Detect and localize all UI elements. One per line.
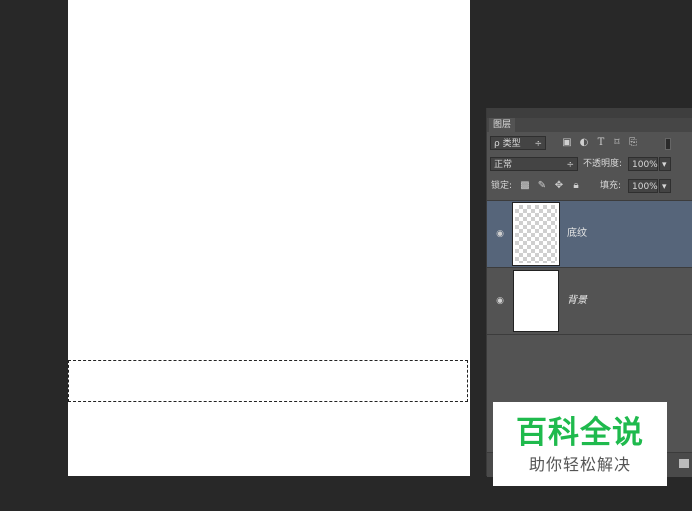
lock-position-icon[interactable]: ✥	[553, 179, 565, 193]
filter-kind-label: ρ 类型	[494, 139, 521, 149]
eye-icon[interactable]: ◉	[495, 296, 505, 306]
lock-all-icon[interactable]: 🔒︎	[570, 179, 582, 193]
filter-shape-icon[interactable]: ⌑	[611, 136, 623, 150]
layer-divider	[487, 334, 692, 335]
layer-thumbnail	[513, 270, 559, 332]
layer-name: 背景	[567, 295, 587, 306]
layer-name: 底纹	[567, 228, 587, 239]
opacity-dropdown-button[interactable]: ▾	[659, 157, 671, 171]
filter-row: ρ 类型 ÷ ▣ ◐ T ⌑ ⎘	[487, 134, 692, 154]
layer-row-texture[interactable]: ◉ 底纹	[487, 200, 692, 267]
filter-kind-arrow: ÷	[534, 139, 542, 149]
blend-row: 正常 ÷ 不透明度: 100% ▾	[487, 156, 692, 176]
blend-mode-value: 正常	[494, 160, 513, 170]
lock-row: 锁定: ▩ ✎ ✥ 🔒︎ 填充: 100% ▾	[487, 178, 692, 198]
document-canvas[interactable]	[68, 0, 470, 476]
panel-tab-bar	[487, 118, 692, 132]
watermark-subtitle: 助你轻松解决	[528, 455, 631, 474]
lock-transparent-icon[interactable]: ▩	[519, 179, 531, 193]
filter-adjustment-icon[interactable]: ◐	[578, 136, 590, 150]
eye-icon[interactable]: ◉	[495, 229, 505, 239]
watermark-title: 百科全说	[516, 415, 644, 451]
blend-mode-select[interactable]: 正常 ÷	[490, 157, 578, 171]
watermark: 百科全说 助你轻松解决	[493, 402, 667, 486]
trash-icon[interactable]	[679, 459, 689, 468]
filter-pixel-icon[interactable]: ▣	[561, 136, 573, 150]
layer-row-background[interactable]: ◉ 背景	[487, 267, 692, 334]
filter-toggle-switch[interactable]	[665, 138, 671, 150]
filter-kind-select[interactable]: ρ 类型 ÷	[490, 136, 546, 150]
lock-label: 锁定:	[491, 181, 513, 191]
opacity-input[interactable]: 100%	[628, 157, 658, 171]
opacity-label: 不透明度:	[583, 159, 623, 169]
fill-dropdown-button[interactable]: ▾	[659, 179, 671, 193]
tab-layers[interactable]: 图层	[489, 118, 516, 132]
blend-mode-arrow: ÷	[566, 160, 574, 170]
layer-thumbnail	[512, 202, 560, 266]
fill-label: 填充:	[600, 181, 622, 191]
filter-type-icon[interactable]: T	[595, 136, 607, 150]
filter-smartobject-icon[interactable]: ⎘	[627, 136, 639, 150]
panel-header-strip	[487, 108, 692, 118]
marquee-selection[interactable]	[68, 360, 468, 402]
lock-paint-icon[interactable]: ✎	[536, 179, 548, 193]
fill-input[interactable]: 100%	[628, 179, 658, 193]
